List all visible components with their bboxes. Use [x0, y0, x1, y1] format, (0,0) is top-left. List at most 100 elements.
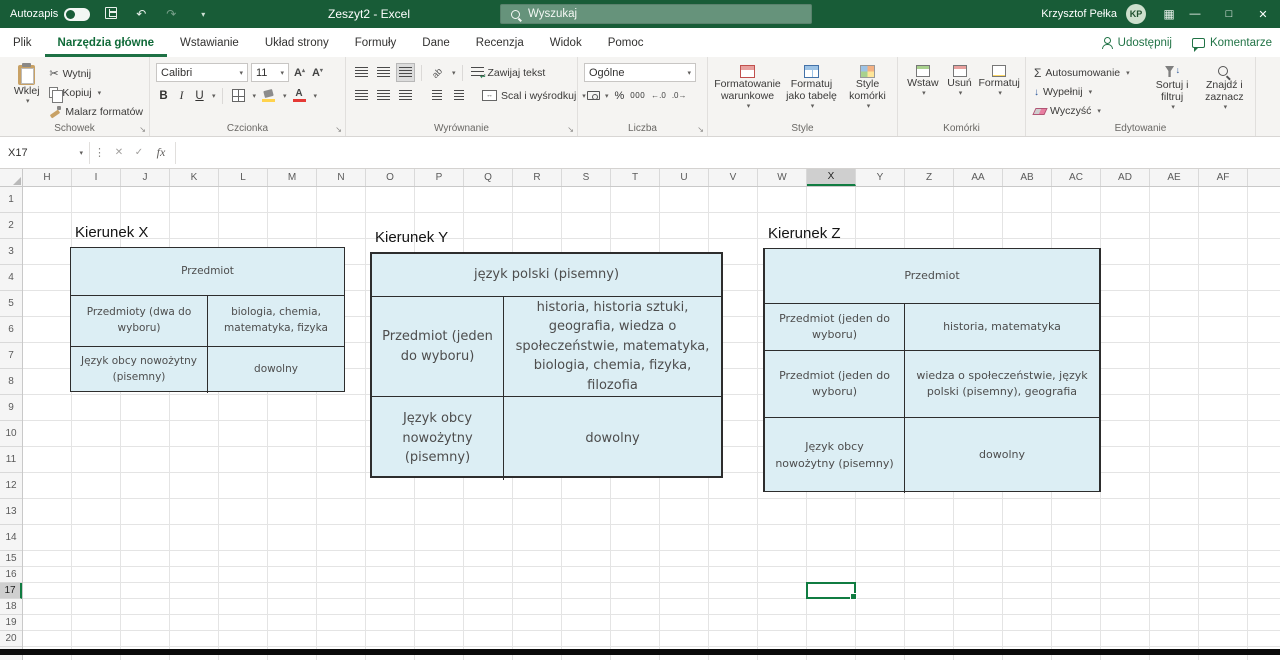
underline-button[interactable]: U	[192, 90, 207, 102]
tab-pomoc[interactable]: Pomoc	[595, 28, 657, 57]
column-header-U[interactable]: U	[660, 169, 709, 186]
align-bottom-button[interactable]	[396, 63, 415, 82]
insert-function-icon[interactable]: fx	[149, 145, 173, 160]
row-header-6[interactable]: 6	[0, 317, 22, 343]
column-header-P[interactable]: P	[415, 169, 464, 186]
row-header-16[interactable]: 16	[0, 567, 22, 583]
column-header-I[interactable]: I	[72, 169, 121, 186]
fill-color-button[interactable]	[259, 86, 278, 105]
row-header-15[interactable]: 15	[0, 551, 22, 567]
format-cells-button[interactable]: Formatuj	[977, 61, 1021, 120]
row-header-7[interactable]: 7	[0, 343, 22, 369]
chevron-down-icon[interactable]	[452, 69, 456, 77]
comments-button[interactable]: Komentarze	[1192, 37, 1272, 49]
bold-button[interactable]: B	[156, 90, 171, 102]
column-header-Q[interactable]: Q	[464, 169, 513, 186]
column-header-V[interactable]: V	[709, 169, 758, 186]
user-name[interactable]: Krzysztof Pełka	[1041, 8, 1117, 20]
close-button[interactable]	[1246, 0, 1280, 28]
paste-button[interactable]: Wklej	[6, 61, 47, 120]
column-header-Z[interactable]: Z	[905, 169, 954, 186]
chevron-down-icon[interactable]	[314, 92, 318, 100]
dialog-launcher-icon[interactable]	[697, 125, 704, 134]
minimize-button[interactable]	[1178, 0, 1212, 28]
tab-widok[interactable]: Widok	[537, 28, 595, 57]
column-header-AD[interactable]: AD	[1101, 169, 1150, 186]
decrease-font-button[interactable]: A	[310, 67, 325, 79]
column-header-K[interactable]: K	[170, 169, 219, 186]
row-header-10[interactable]: 10	[0, 421, 22, 447]
align-center-button[interactable]	[374, 86, 393, 105]
row-header-3[interactable]: 3	[0, 239, 22, 265]
column-header-S[interactable]: S	[562, 169, 611, 186]
font-name-select[interactable]: Calibri	[156, 63, 248, 82]
autosave-switch[interactable]	[64, 8, 90, 21]
column-header-L[interactable]: L	[219, 169, 268, 186]
redo-button[interactable]	[162, 7, 180, 21]
column-header-R[interactable]: R	[513, 169, 562, 186]
row-header-1[interactable]: 1	[0, 187, 22, 213]
row-header-8[interactable]: 8	[0, 369, 22, 395]
column-header-AF[interactable]: AF	[1199, 169, 1248, 186]
merge-center-button[interactable]: Scal i wyśrodkuj	[480, 86, 588, 105]
insert-cells-button[interactable]: Wstaw	[904, 61, 942, 120]
column-header-M[interactable]: M	[268, 169, 317, 186]
select-all-corner[interactable]	[0, 169, 23, 187]
row-header-20[interactable]: 20	[0, 631, 22, 647]
chevron-down-icon[interactable]	[212, 92, 216, 100]
column-header-X[interactable]: X	[807, 169, 856, 186]
column-header-N[interactable]: N	[317, 169, 366, 186]
search-box[interactable]: Wyszukaj	[500, 4, 812, 24]
autosum-button[interactable]: Autosumowanie	[1032, 64, 1146, 82]
column-header-AE[interactable]: AE	[1150, 169, 1199, 186]
row-header-13[interactable]: 13	[0, 499, 22, 525]
borders-button[interactable]	[229, 86, 248, 105]
chevron-down-icon[interactable]	[253, 92, 257, 100]
row-header-2[interactable]: 2	[0, 213, 22, 239]
orientation-button[interactable]	[428, 63, 447, 82]
column-header-W[interactable]: W	[758, 169, 807, 186]
row-header-5[interactable]: 5	[0, 291, 22, 317]
row-header-4[interactable]: 4	[0, 265, 22, 291]
row-header-12[interactable]: 12	[0, 473, 22, 499]
cell-styles-button[interactable]: Style komórki	[843, 61, 893, 120]
ribbon-display-options-icon[interactable]	[1160, 7, 1178, 21]
maximize-button[interactable]	[1212, 0, 1246, 28]
undo-button[interactable]	[132, 7, 150, 21]
formula-input[interactable]	[175, 142, 1280, 164]
share-button[interactable]: Udostępnij	[1101, 37, 1172, 49]
tab-uklad-strony[interactable]: Układ strony	[252, 28, 342, 57]
name-box[interactable]: X17	[2, 142, 90, 164]
italic-button[interactable]: I	[174, 90, 189, 102]
increase-indent-button[interactable]	[449, 86, 468, 105]
accounting-format-button[interactable]	[584, 86, 603, 105]
quick-access-chevron-icon[interactable]	[194, 10, 212, 19]
column-header-AA[interactable]: AA	[954, 169, 1003, 186]
row-header-9[interactable]: 9	[0, 395, 22, 421]
find-select-button[interactable]: Znajdź i zaznacz	[1198, 61, 1251, 120]
row-header-14[interactable]: 14	[0, 525, 22, 551]
column-header-AC[interactable]: AC	[1052, 169, 1101, 186]
tab-wstawianie[interactable]: Wstawianie	[167, 28, 252, 57]
row-header-19[interactable]: 19	[0, 615, 22, 631]
chevron-down-icon[interactable]	[283, 92, 287, 100]
dialog-launcher-icon[interactable]	[335, 125, 342, 134]
tab-formuly[interactable]: Formuły	[342, 28, 410, 57]
align-top-button[interactable]	[352, 63, 371, 82]
dialog-launcher-icon[interactable]	[139, 125, 146, 134]
column-header-Y[interactable]: Y	[856, 169, 905, 186]
delete-cells-button[interactable]: Usuń	[942, 61, 978, 120]
sort-filter-button[interactable]: Sortuj i filtruj	[1146, 61, 1197, 120]
cut-button[interactable]: Wytnij	[47, 64, 145, 83]
cancel-entry-icon[interactable]	[109, 147, 129, 158]
tab-narzedzia-glowne[interactable]: Narzędzia główne	[45, 28, 168, 57]
increase-font-button[interactable]: A	[292, 67, 307, 79]
decrease-decimal-button[interactable]	[672, 91, 687, 100]
column-header-O[interactable]: O	[366, 169, 415, 186]
column-header-J[interactable]: J	[121, 169, 170, 186]
align-middle-button[interactable]	[374, 63, 393, 82]
row-header-18[interactable]: 18	[0, 599, 22, 615]
clear-button[interactable]: Wyczyść	[1032, 102, 1146, 120]
font-size-select[interactable]: 11	[251, 63, 289, 82]
decrease-indent-button[interactable]	[427, 86, 446, 105]
